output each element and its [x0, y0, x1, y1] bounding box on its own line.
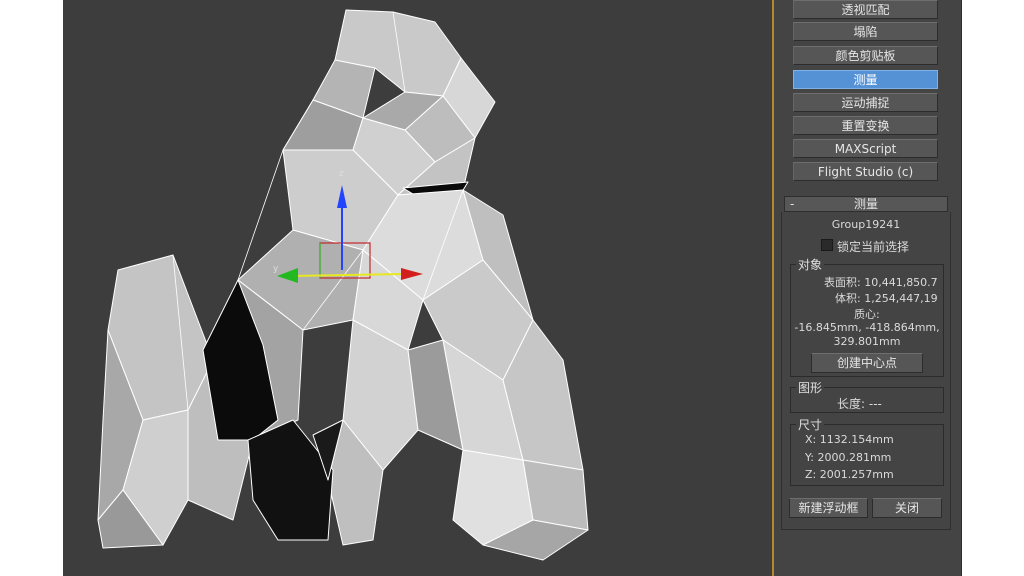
collapse-button[interactable]: 塌陷 [793, 22, 938, 41]
dimensions-group-label: 尺寸 [796, 416, 825, 433]
center-of-mass-label: 质心: [854, 308, 880, 321]
center-of-mass-line1: -16.845mm, -418.864mm, [794, 321, 940, 334]
reset-xform-button[interactable]: 重置变换 [793, 116, 938, 135]
close-button[interactable]: 关闭 [872, 498, 942, 518]
lock-selection-label: 锁定当前选择 [837, 240, 910, 254]
lock-selection-checkbox[interactable] [821, 239, 833, 251]
center-of-mass-line2: 329.801mm [833, 335, 901, 348]
new-floater-button[interactable]: 新建浮动框 [789, 498, 868, 518]
y-axis-label: y [273, 264, 279, 274]
right-margin [962, 0, 1024, 576]
x-axis-label: x [422, 263, 428, 273]
motion-capture-button[interactable]: 运动捕捉 [793, 93, 938, 112]
volume: 体积: 1,254,447,19 [835, 292, 938, 305]
dimension-x: X: 1132.154mm [805, 433, 894, 446]
create-center-point-button[interactable]: 创建中心点 [811, 353, 923, 373]
viewport[interactable]: z x y [63, 0, 772, 576]
flight-studio-button[interactable]: Flight Studio (c) [793, 162, 938, 181]
perspective-match-button[interactable]: 透视匹配 [793, 0, 938, 19]
dimension-y: Y: 2000.281mm [805, 451, 892, 464]
length-readout: 长度: --- [837, 397, 882, 411]
rollout-title: 测量 [853, 197, 878, 211]
maxscript-button[interactable]: MAXScript [793, 139, 938, 158]
gorilla-model[interactable]: z x y [63, 0, 772, 576]
measure-button[interactable]: 测量 [793, 70, 938, 89]
color-clipboard-button[interactable]: 颜色剪贴板 [793, 46, 938, 65]
shape-group-label: 图形 [796, 379, 825, 396]
object-name: Group19241 [831, 218, 901, 231]
z-axis-label: z [339, 169, 344, 179]
dimension-z: Z: 2001.257mm [805, 468, 894, 481]
utilities-panel: 透视匹配 塌陷 颜色剪贴板 测量 运动捕捉 重置变换 MAXScript Fli… [774, 0, 962, 576]
surface-area: 表面积: 10,441,850.7 [824, 276, 938, 289]
object-group-label: 对象 [796, 256, 825, 273]
measure-rollout-header[interactable]: - 测量 [784, 196, 948, 212]
